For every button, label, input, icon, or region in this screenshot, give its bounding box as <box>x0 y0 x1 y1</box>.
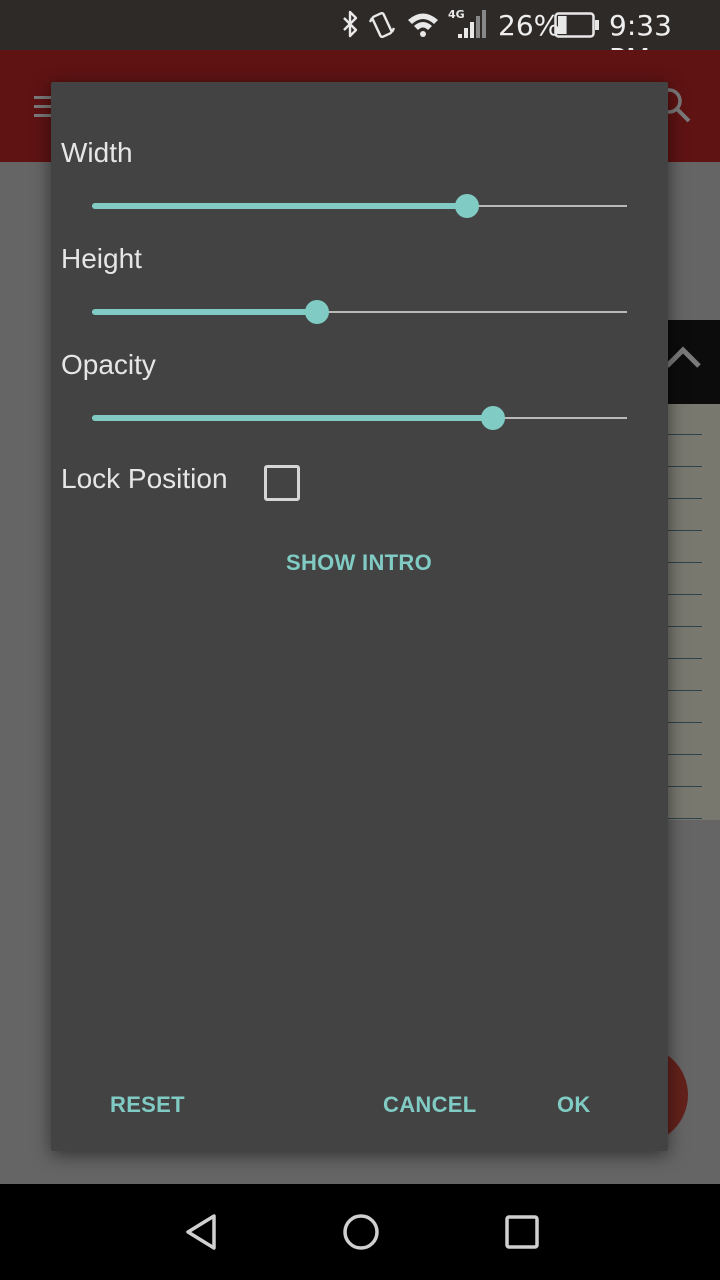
slider-fill <box>92 415 494 421</box>
slider-thumb[interactable] <box>304 300 329 324</box>
lock-position-checkbox[interactable] <box>264 465 300 501</box>
status-icons: 4G <box>343 8 486 39</box>
status-bar: 4G 26% 9:33 PM <box>0 0 720 75</box>
slider-fill <box>92 203 467 209</box>
vibrate-icon <box>368 11 396 39</box>
back-icon[interactable] <box>182 1212 222 1252</box>
battery-icon <box>554 12 599 38</box>
navigation-bar <box>0 1184 720 1280</box>
wifi-icon <box>408 13 438 37</box>
width-label: Width <box>61 137 133 168</box>
battery-percent: 26% <box>498 9 561 42</box>
cancel-button[interactable]: CANCEL <box>383 1092 476 1118</box>
slider-fill <box>92 309 317 315</box>
opacity-slider[interactable] <box>92 400 627 436</box>
network-type-text: 4G <box>448 8 465 21</box>
slider-thumb[interactable] <box>481 406 506 430</box>
width-slider[interactable] <box>92 188 627 224</box>
reset-button[interactable]: RESET <box>110 1092 185 1118</box>
opacity-label: Opacity <box>61 349 156 380</box>
slider-thumb[interactable] <box>454 194 479 218</box>
recents-icon[interactable] <box>502 1212 542 1252</box>
ok-button[interactable]: OK <box>557 1092 591 1118</box>
bluetooth-icon <box>343 10 358 38</box>
lock-position-label: Lock Position <box>61 463 228 494</box>
home-icon[interactable] <box>341 1212 381 1252</box>
settings-dialog: Width Height Opacity Lock Position SHOW … <box>51 82 668 1151</box>
show-intro-button[interactable]: SHOW INTRO <box>286 550 432 576</box>
height-label: Height <box>61 243 142 274</box>
height-slider[interactable] <box>92 294 627 330</box>
